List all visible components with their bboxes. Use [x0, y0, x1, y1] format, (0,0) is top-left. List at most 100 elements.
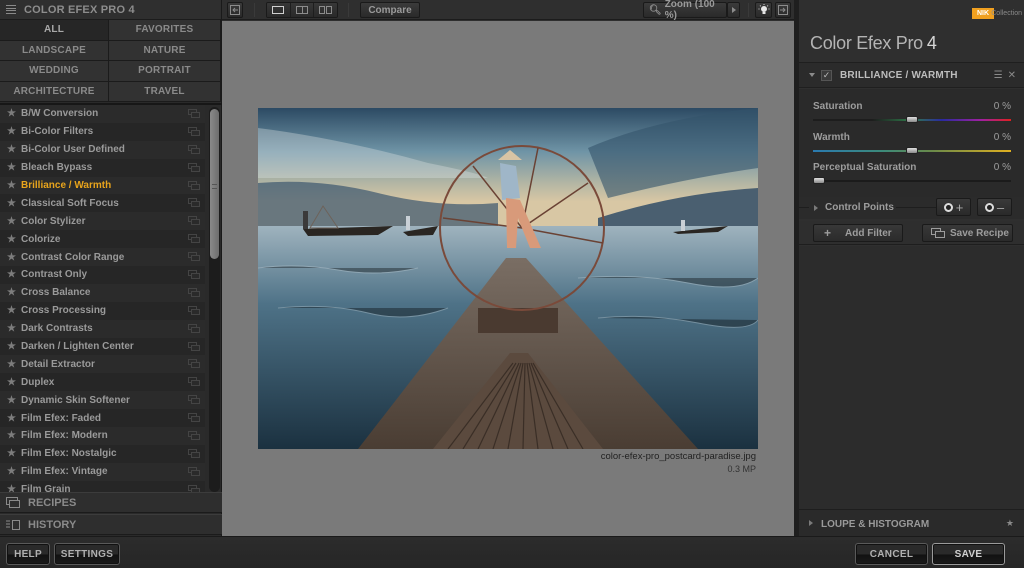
category-architecture[interactable]: ARCHITECTURE	[0, 81, 109, 102]
slider-thumb[interactable]	[813, 177, 825, 184]
filter-list-item[interactable]: ★ Cross Processing	[0, 301, 205, 320]
favorite-star-icon[interactable]: ★	[7, 359, 21, 370]
category-nature[interactable]: NATURE	[109, 40, 221, 61]
presets-icon[interactable]	[188, 198, 200, 208]
filter-list-item[interactable]: ★ Bleach Bypass	[0, 158, 205, 177]
category-landscape[interactable]: LANDSCAPE	[0, 40, 109, 61]
filter-list-item[interactable]: ★ Classical Soft Focus	[0, 194, 205, 213]
filter-list-item[interactable]: ★ Cross Balance	[0, 283, 205, 302]
loupe-histogram-section[interactable]: LOUPE & HISTOGRAM ★	[799, 509, 1024, 536]
favorite-star-icon[interactable]: ★	[7, 144, 21, 155]
pin-icon[interactable]: ★	[1006, 518, 1014, 529]
filter-list-item[interactable]: ★ Film Efex: Faded	[0, 409, 205, 428]
filter-list-item[interactable]: ★ B/W Conversion	[0, 105, 205, 123]
saturation-slider[interactable]	[813, 116, 1011, 123]
favorite-star-icon[interactable]: ★	[7, 108, 21, 119]
presets-icon[interactable]	[188, 126, 200, 137]
presets-icon[interactable]	[188, 359, 200, 369]
filter-list-item[interactable]: ★ Film Efex: Modern	[0, 427, 205, 445]
save-button[interactable]: SAVE	[932, 543, 1005, 565]
filter-list-item[interactable]: ★ Contrast Only	[0, 266, 205, 284]
compare-button[interactable]: Compare	[360, 2, 420, 18]
favorite-star-icon[interactable]: ★	[7, 216, 21, 227]
presets-icon[interactable]	[188, 341, 200, 352]
presets-icon[interactable]	[188, 144, 200, 155]
favorite-star-icon[interactable]: ★	[7, 377, 21, 388]
category-wedding[interactable]: WEDDING	[0, 61, 109, 82]
save-recipe-button[interactable]: Save Recipe	[922, 224, 1013, 242]
category-travel[interactable]: TRAVEL	[109, 81, 221, 102]
presets-icon[interactable]	[188, 270, 200, 280]
favorite-star-icon[interactable]: ★	[7, 162, 21, 173]
favorite-star-icon[interactable]: ★	[7, 198, 21, 209]
presets-icon[interactable]	[188, 484, 200, 492]
presets-icon[interactable]	[188, 162, 200, 173]
filter-list-item[interactable]: ★ Dynamic Skin Softener	[0, 391, 205, 410]
scrollbar-thumb[interactable]	[210, 109, 219, 259]
slider-thumb[interactable]	[906, 147, 918, 154]
close-icon[interactable]: ✕	[1008, 70, 1016, 81]
expand-arrow-icon[interactable]	[809, 520, 813, 526]
filter-list-scrollbar[interactable]	[209, 107, 220, 492]
collapse-arrow-icon[interactable]	[809, 73, 815, 77]
favorite-star-icon[interactable]: ★	[7, 252, 21, 263]
category-portrait[interactable]: PORTRAIT	[109, 61, 221, 82]
preview-image[interactable]	[258, 108, 758, 449]
filter-list-item[interactable]: ★ Color Stylizer	[0, 212, 205, 231]
settings-button[interactable]: SETTINGS	[54, 543, 120, 565]
hide-left-panel-button[interactable]	[227, 2, 243, 18]
filter-list-item[interactable]: ★ Brilliance / Warmth	[0, 176, 205, 195]
add-filter-button[interactable]: + Add Filter	[813, 224, 903, 242]
filter-menu-icon[interactable]: ☰	[994, 70, 1003, 81]
history-tab[interactable]: HISTORY	[0, 514, 222, 535]
control-points-label[interactable]: Control Points	[825, 202, 894, 213]
favorite-star-icon[interactable]: ★	[7, 287, 21, 298]
favorite-star-icon[interactable]: ★	[7, 430, 21, 441]
split-view-button[interactable]	[290, 3, 315, 17]
help-button[interactable]: HELP	[6, 543, 50, 565]
favorite-star-icon[interactable]: ★	[7, 126, 21, 137]
filter-list-item[interactable]: ★ Duplex	[0, 373, 205, 392]
zoom-menu-button[interactable]	[727, 2, 740, 18]
presets-icon[interactable]	[188, 413, 200, 423]
favorite-star-icon[interactable]: ★	[7, 466, 21, 477]
expand-arrow-icon[interactable]	[814, 205, 818, 211]
filter-enable-checkbox[interactable]: ✓	[821, 69, 832, 81]
filter-list-item[interactable]: ★ Contrast Color Range	[0, 248, 205, 267]
filter-list-item[interactable]: ★ Film Efex: Nostalgic	[0, 444, 205, 463]
presets-icon[interactable]	[188, 466, 200, 477]
favorite-star-icon[interactable]: ★	[7, 269, 21, 280]
zoom-button[interactable]: 🔍︎ Zoom (100 %)	[643, 0, 727, 21]
presets-icon[interactable]	[188, 448, 200, 459]
category-all[interactable]: ALL	[0, 20, 109, 41]
filter-list-item[interactable]: ★ Film Grain	[0, 480, 205, 492]
side-by-side-view-button[interactable]	[314, 3, 337, 17]
favorite-star-icon[interactable]: ★	[7, 484, 21, 492]
favorite-star-icon[interactable]: ★	[7, 413, 21, 424]
presets-icon[interactable]	[188, 323, 200, 334]
cancel-button[interactable]: CANCEL	[855, 543, 928, 565]
add-control-point-button[interactable]: +	[936, 198, 971, 216]
perceptual-saturation-slider[interactable]	[813, 177, 1011, 184]
presets-icon[interactable]	[188, 287, 200, 298]
presets-icon[interactable]	[188, 180, 200, 191]
filter-list-item[interactable]: ★ Bi-Color User Defined	[0, 140, 205, 159]
favorite-star-icon[interactable]: ★	[7, 395, 21, 406]
filter-list-item[interactable]: ★ Colorize	[0, 230, 205, 249]
filter-list-item[interactable]: ★ Detail Extractor	[0, 355, 205, 374]
presets-icon[interactable]	[188, 377, 200, 387]
recipes-tab[interactable]: RECIPES	[0, 492, 222, 513]
warmth-slider[interactable]	[813, 147, 1011, 154]
remove-control-point-button[interactable]: –	[977, 198, 1012, 216]
filter-list-item[interactable]: ★ Dark Contrasts	[0, 319, 205, 338]
favorite-star-icon[interactable]: ★	[7, 180, 21, 191]
presets-icon[interactable]	[188, 431, 200, 441]
presets-icon[interactable]	[188, 216, 200, 226]
presets-icon[interactable]	[188, 109, 200, 119]
favorite-star-icon[interactable]: ★	[7, 448, 21, 459]
favorite-star-icon[interactable]: ★	[7, 323, 21, 334]
presets-icon[interactable]	[188, 234, 200, 244]
menu-icon[interactable]	[6, 5, 16, 14]
slider-thumb[interactable]	[906, 116, 918, 123]
preview-canvas[interactable]: color-efex-pro_postcard-paradise.jpg 0.3…	[222, 21, 794, 536]
